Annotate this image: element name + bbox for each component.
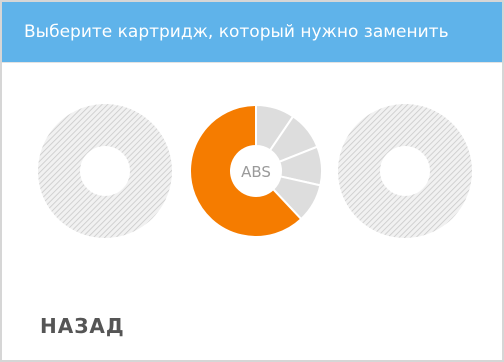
cartridge-left-ring: [37, 104, 172, 238]
cartridge-slot-right[interactable]: [336, 102, 474, 240]
cartridge-selection-screen: Выберите картридж, который нужно заменит…: [0, 0, 504, 362]
cartridge-abs-gauge: ABS: [189, 103, 323, 238]
cartridge-material-label: ABS: [241, 163, 271, 181]
header-divider: [2, 62, 502, 63]
cartridge-right-ring: [337, 104, 472, 238]
page-title: Выберите картридж, который нужно заменит…: [2, 2, 502, 62]
cartridge-slot-left[interactable]: [36, 102, 174, 240]
cartridge-list: ABS: [2, 102, 502, 247]
cartridge-slot-abs[interactable]: ABS: [187, 102, 325, 240]
back-button[interactable]: НАЗАД: [40, 314, 125, 338]
